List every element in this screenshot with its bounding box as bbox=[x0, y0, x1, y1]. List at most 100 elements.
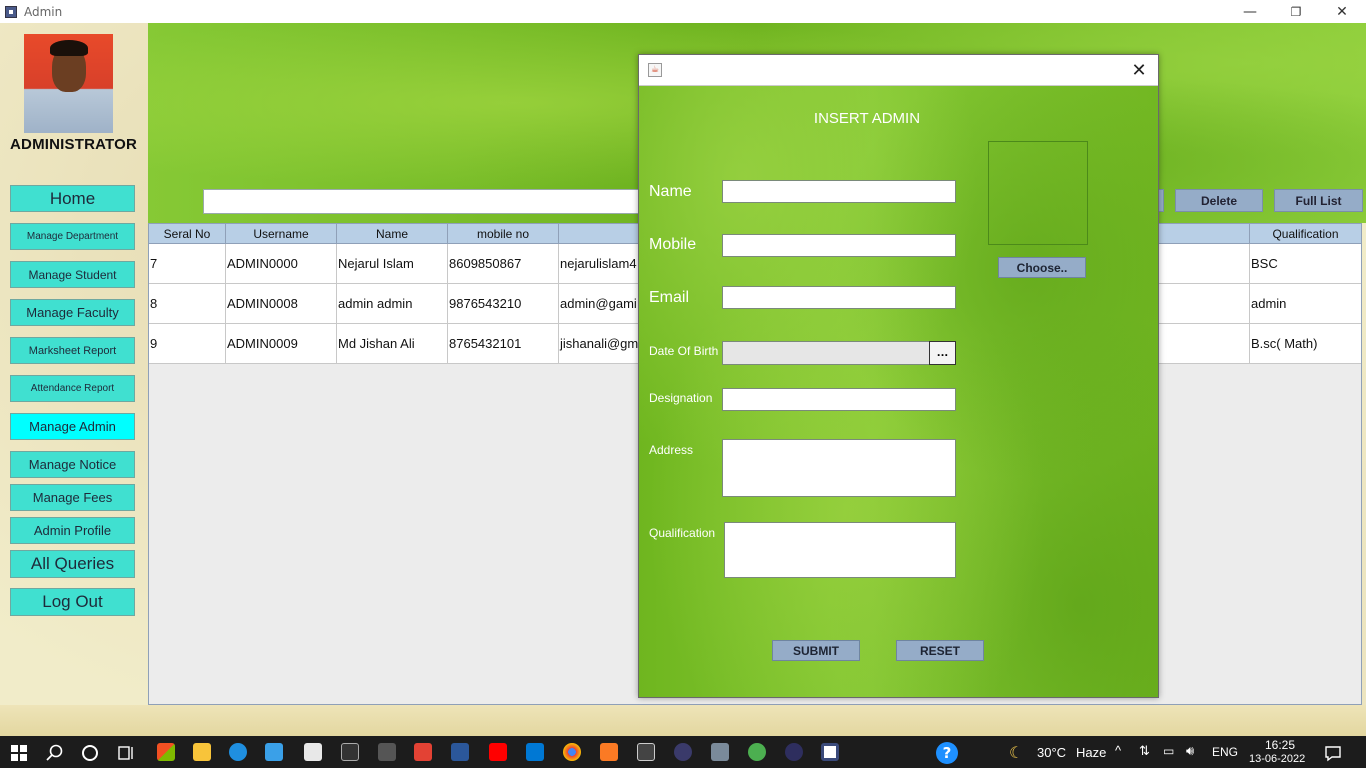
weather-icon[interactable]: ☾ bbox=[1009, 743, 1023, 763]
dialog-heading: INSERT ADMIN bbox=[813, 110, 921, 127]
app-icon bbox=[5, 5, 17, 18]
dob-field[interactable] bbox=[722, 341, 930, 365]
frame-bottom-strip bbox=[0, 705, 1366, 736]
column-header[interactable]: mobile no bbox=[448, 224, 559, 244]
nav-manage-notice-button[interactable]: Manage Notice bbox=[10, 451, 135, 478]
email-field[interactable] bbox=[722, 286, 956, 309]
command-prompt-icon[interactable] bbox=[341, 743, 359, 761]
designation-field[interactable] bbox=[722, 388, 956, 411]
camera-icon[interactable] bbox=[378, 743, 396, 761]
youtube-icon[interactable] bbox=[489, 743, 507, 761]
nav-manage-student-button[interactable]: Manage Student bbox=[10, 261, 135, 288]
help-icon[interactable]: ? bbox=[936, 742, 958, 764]
qualification-field[interactable] bbox=[724, 522, 956, 578]
search-icon[interactable] bbox=[46, 744, 64, 762]
avatar bbox=[24, 34, 113, 133]
cortana-icon[interactable] bbox=[81, 744, 99, 762]
mobile-field[interactable] bbox=[722, 234, 956, 257]
dialog-close-button[interactable]: ✕ bbox=[1128, 59, 1150, 81]
table-cell: admin bbox=[1250, 284, 1361, 324]
close-button[interactable]: ✕ bbox=[1319, 0, 1365, 23]
column-header[interactable]: Username bbox=[226, 224, 337, 244]
taskbar: ? ☾ 30°C Haze ^ ⇅ ▭ 🔊︎ ENG 16:25 13-06-2… bbox=[0, 736, 1366, 768]
dob-label: Date Of Birth bbox=[649, 344, 719, 358]
java-app-icon[interactable] bbox=[821, 743, 839, 761]
vscode-icon[interactable] bbox=[526, 743, 544, 761]
app-icon-generic[interactable] bbox=[711, 743, 729, 761]
search-input[interactable] bbox=[203, 189, 643, 214]
table-cell: BSC bbox=[1250, 244, 1361, 284]
full-list-button[interactable]: Full List bbox=[1274, 189, 1363, 212]
table-cell: 7 bbox=[149, 244, 226, 284]
column-header[interactable]: Name bbox=[337, 224, 448, 244]
nav-attendance-report-button[interactable]: Attendance Report bbox=[10, 375, 135, 402]
volume-icon[interactable]: 🔊︎ bbox=[1186, 743, 1194, 759]
nav-log-out-button[interactable]: Log Out bbox=[10, 588, 135, 616]
nav-home-button[interactable]: Home bbox=[10, 185, 135, 212]
store-icon[interactable] bbox=[157, 743, 175, 761]
desktop-icon[interactable] bbox=[265, 743, 283, 761]
table-cell: 9 bbox=[149, 324, 226, 364]
mail-icon[interactable] bbox=[304, 743, 322, 761]
terminal-icon[interactable] bbox=[637, 743, 655, 761]
nav-manage-faculty-button[interactable]: Manage Faculty bbox=[10, 299, 135, 326]
choose-photo-button[interactable]: Choose.. bbox=[998, 257, 1086, 278]
table-cell: 9876543210 bbox=[448, 284, 559, 324]
chrome-icon[interactable] bbox=[563, 743, 581, 761]
window-title: Admin bbox=[24, 4, 63, 19]
email-label: Email bbox=[649, 289, 690, 306]
name-field[interactable] bbox=[722, 180, 956, 203]
submit-button[interactable]: SUBMIT bbox=[772, 640, 860, 661]
address-field[interactable] bbox=[722, 439, 956, 497]
table-cell: ADMIN0008 bbox=[226, 284, 337, 324]
column-header[interactable]: Qualification bbox=[1250, 224, 1361, 244]
address-label: Address bbox=[649, 443, 694, 457]
table-cell: B.sc( Math) bbox=[1250, 324, 1361, 364]
minimize-button[interactable]: — bbox=[1227, 0, 1273, 23]
column-header[interactable]: Seral No bbox=[149, 224, 226, 244]
nav-manage-department-button[interactable]: Manage Department bbox=[10, 223, 135, 250]
dialog-titlebar: ☕ ✕ bbox=[639, 55, 1158, 86]
mobile-label: Mobile bbox=[649, 236, 697, 253]
windows-start-icon[interactable] bbox=[11, 745, 27, 761]
table-cell: 8609850867 bbox=[448, 244, 559, 284]
reset-button[interactable]: RESET bbox=[896, 640, 984, 661]
clock-date[interactable]: 13-06-2022 bbox=[1249, 753, 1305, 765]
chevron-up-icon[interactable]: ^ bbox=[1115, 743, 1121, 758]
utorrent-icon[interactable] bbox=[748, 743, 766, 761]
notification-icon[interactable] bbox=[1324, 744, 1342, 762]
delete-button[interactable]: Delete bbox=[1175, 189, 1263, 212]
table-cell: Md Jishan Ali bbox=[337, 324, 448, 364]
qualification-label: Qualification bbox=[649, 526, 716, 540]
photo-preview bbox=[988, 141, 1088, 245]
weather-temperature[interactable]: 30°C bbox=[1037, 745, 1066, 760]
nav-marksheet-report-button[interactable]: Marksheet Report bbox=[10, 337, 135, 364]
weather-description[interactable]: Haze bbox=[1076, 745, 1106, 760]
netbeans-icon[interactable] bbox=[674, 743, 692, 761]
clock-time[interactable]: 16:25 bbox=[1265, 738, 1295, 752]
xampp-icon[interactable] bbox=[600, 743, 618, 761]
eclipse-icon[interactable] bbox=[785, 743, 803, 761]
table-cell: admin admin bbox=[337, 284, 448, 324]
edge-icon[interactable] bbox=[229, 743, 247, 761]
nav-admin-profile-button[interactable]: Admin Profile bbox=[10, 517, 135, 544]
restore-button[interactable]: ❐ bbox=[1273, 0, 1319, 23]
word-icon[interactable] bbox=[451, 743, 469, 761]
table-cell: ADMIN0009 bbox=[226, 324, 337, 364]
file-explorer-icon[interactable] bbox=[193, 743, 211, 761]
window-titlebar: Admin bbox=[0, 0, 1366, 23]
table-cell: ADMIN0000 bbox=[226, 244, 337, 284]
designation-label: Designation bbox=[649, 391, 713, 405]
network-icon[interactable]: ⇅ bbox=[1139, 743, 1150, 759]
task-view-icon[interactable] bbox=[117, 744, 135, 762]
nav-all-queries-button[interactable]: All Queries bbox=[10, 550, 135, 578]
role-label: ADMINISTRATOR bbox=[10, 136, 138, 153]
language-indicator[interactable]: ENG bbox=[1212, 745, 1238, 759]
nav-manage-fees-button[interactable]: Manage Fees bbox=[10, 484, 135, 511]
nav-manage-admin-button[interactable]: Manage Admin bbox=[10, 413, 135, 440]
battery-icon[interactable]: ▭ bbox=[1163, 744, 1174, 758]
pdf-reader-icon[interactable] bbox=[414, 743, 432, 761]
date-picker-button[interactable]: ... bbox=[929, 341, 956, 365]
name-label: Name bbox=[649, 183, 692, 200]
java-icon: ☕ bbox=[648, 63, 662, 77]
